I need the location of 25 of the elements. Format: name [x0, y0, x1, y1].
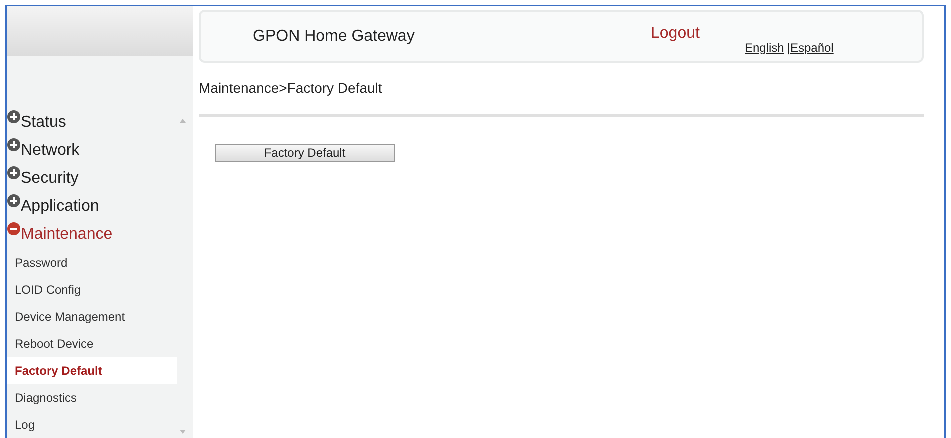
language-link[interactable]: English — [745, 39, 784, 57]
factory-default-button[interactable]: Factory Default — [215, 144, 395, 162]
submenu-item[interactable]: Factory Default — [7, 357, 177, 384]
plus-circle-icon — [7, 194, 21, 208]
app-title: GPON Home Gateway — [253, 27, 415, 47]
logout-link[interactable]: Logout — [651, 22, 700, 46]
scroll-down-icon[interactable] — [180, 430, 186, 434]
submenu-item[interactable]: Password — [7, 249, 177, 276]
plus-circle-icon — [7, 110, 21, 124]
menu-item[interactable]: Status — [7, 109, 193, 137]
plus-circle-icon — [7, 166, 21, 180]
menu-item[interactable]: Security — [7, 165, 193, 193]
menu-item[interactable]: Network — [7, 137, 193, 165]
submenu-item[interactable]: Diagnostics — [7, 384, 177, 411]
minus-circle-icon — [7, 222, 21, 236]
menu-item[interactable]: Maintenance — [7, 221, 193, 249]
scroll-up-icon[interactable] — [180, 119, 186, 123]
language-link[interactable]: |Español — [787, 39, 834, 57]
submenu-item[interactable]: LOID Config — [7, 276, 177, 303]
breadcrumb: Maintenance>Factory Default — [199, 79, 384, 98]
submenu-item[interactable]: Log — [7, 411, 177, 438]
submenu-item[interactable]: Reboot Device — [7, 330, 177, 357]
menu-item[interactable]: Application — [7, 193, 193, 221]
submenu-item[interactable]: Device Management — [7, 303, 177, 330]
plus-circle-icon — [7, 138, 21, 152]
